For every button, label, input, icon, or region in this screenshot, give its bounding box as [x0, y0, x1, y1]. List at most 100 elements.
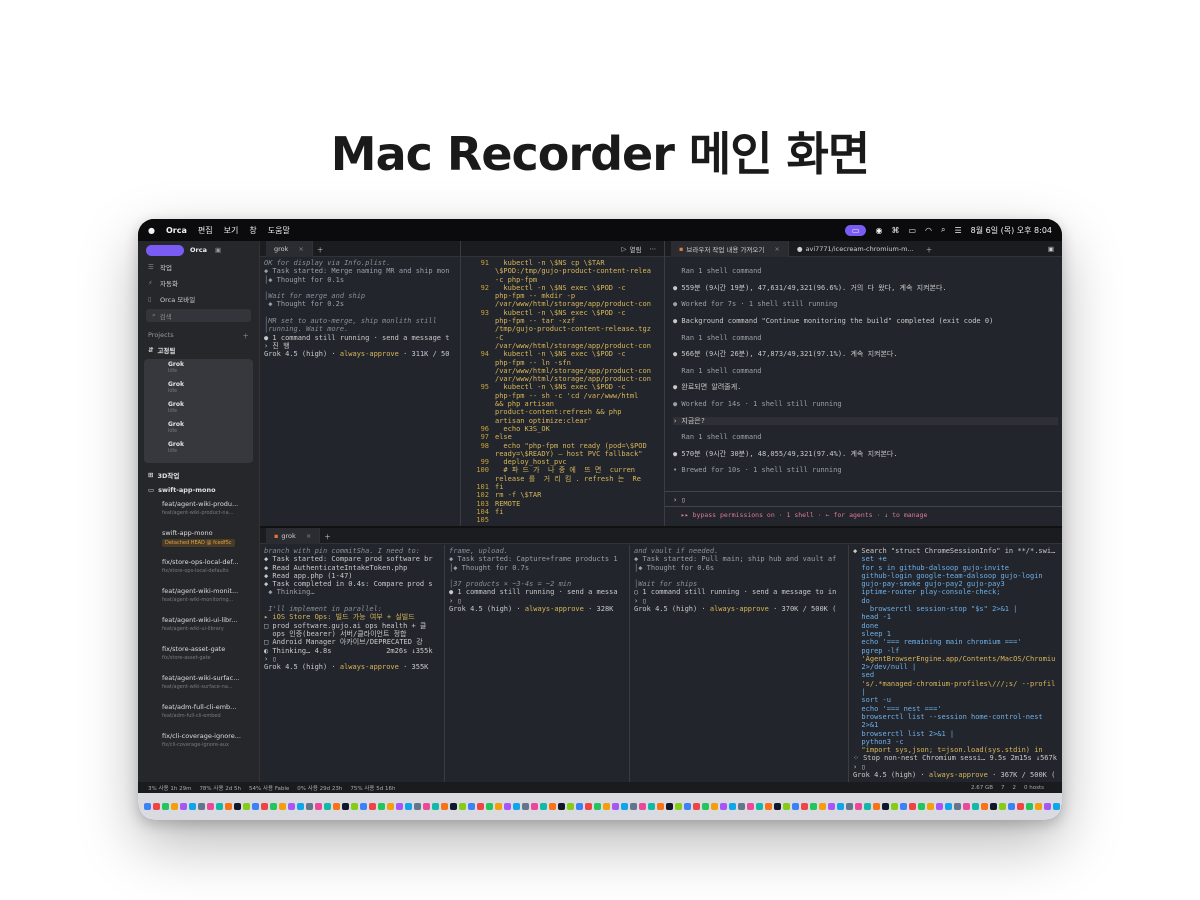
dock-app-icon[interactable]	[378, 803, 385, 810]
branch-item[interactable]: feat/adm-full-cli-emb... feat/adm-full-cl…	[138, 700, 259, 729]
dock-app-icon[interactable]	[1026, 803, 1033, 810]
new-tab-icon[interactable]: ＋	[317, 244, 324, 254]
branch-item[interactable]: feat/agent-wiki-ui-libr... feat/agent-wik…	[138, 613, 259, 642]
dock-app-icon[interactable]	[621, 803, 628, 810]
repo-group[interactable]: ▭ swift-app-mono	[138, 482, 259, 497]
dock-app-icon[interactable]	[1008, 803, 1015, 810]
dock-app-icon[interactable]	[666, 803, 673, 810]
dock-app-icon[interactable]	[522, 803, 529, 810]
dock-app-icon[interactable]	[189, 803, 196, 810]
dock-app-icon[interactable]	[999, 803, 1006, 810]
sidebar-item-mobile[interactable]: ▯ Orca 모바일	[138, 291, 259, 307]
dock-app-icon[interactable]	[612, 803, 619, 810]
dock-app-icon[interactable]	[738, 803, 745, 810]
dock-app-icon[interactable]	[963, 803, 970, 810]
dock-app-icon[interactable]	[630, 803, 637, 810]
dock-app-icon[interactable]	[693, 803, 700, 810]
extension-icon[interactable]: ⌘	[891, 226, 899, 235]
dock-app-icon[interactable]	[198, 803, 205, 810]
dock-app-icon[interactable]	[801, 803, 808, 810]
dock-app-icon[interactable]	[423, 803, 430, 810]
dock-app-icon[interactable]	[756, 803, 763, 810]
dock-app-icon[interactable]	[351, 803, 358, 810]
recorder-status-icon[interactable]: ▭	[844, 224, 867, 236]
sidebar-item-tasks[interactable]: ☰ 작업	[138, 259, 259, 275]
dock-app-icon[interactable]	[405, 803, 412, 810]
dock-app-icon[interactable]	[216, 803, 223, 810]
dock-app-icon[interactable]	[954, 803, 961, 810]
dock-app-icon[interactable]	[981, 803, 988, 810]
dock-app-icon[interactable]	[711, 803, 718, 810]
dock-app-icon[interactable]	[774, 803, 781, 810]
dock-app-icon[interactable]	[342, 803, 349, 810]
dock-app-icon[interactable]	[927, 803, 934, 810]
pinned-group[interactable]: ⇵ 고정됨	[138, 342, 259, 357]
dock-app-icon[interactable]	[855, 803, 862, 810]
dock-app-icon[interactable]	[549, 803, 556, 810]
dock-app-icon[interactable]	[576, 803, 583, 810]
branch-item[interactable]: feat/agent-wiki-produ... feat/agent-wiki-…	[138, 497, 259, 526]
control-center-icon[interactable]: ☰	[954, 226, 961, 235]
dock-app-icon[interactable]	[657, 803, 664, 810]
record-icon[interactable]: ◉	[875, 226, 882, 235]
open-label[interactable]: 열림	[630, 244, 642, 254]
dock-app-icon[interactable]	[252, 803, 259, 810]
dock-app-icon[interactable]	[450, 803, 457, 810]
menubar-clock[interactable]: 8월 6일 (목) 오후 8:04	[971, 225, 1052, 236]
dock-app-icon[interactable]	[162, 803, 169, 810]
layout-icon[interactable]: ▣	[1048, 245, 1054, 253]
dock-app-icon[interactable]	[468, 803, 475, 810]
dock-app-icon[interactable]	[324, 803, 331, 810]
dock-app-icon[interactable]	[207, 803, 214, 810]
menu-app-name[interactable]: Orca	[166, 226, 187, 235]
dock-app-icon[interactable]	[585, 803, 592, 810]
dock-app-icon[interactable]	[639, 803, 646, 810]
dock-app-icon[interactable]	[729, 803, 736, 810]
branch-item[interactable]: fix/store-ops-local-def... fix/store-ops-…	[138, 555, 259, 584]
pinned-grok-item[interactable]: Grok Idle	[144, 401, 253, 421]
sidebar-item-automation[interactable]: ⚡ 자동화	[138, 275, 259, 291]
add-project-icon[interactable]: ＋	[243, 330, 250, 340]
dock-app-icon[interactable]	[144, 803, 151, 810]
dock-app-icon[interactable]	[180, 803, 187, 810]
pinned-grok-item[interactable]: Grok Idle	[144, 361, 253, 381]
wifi-icon[interactable]: ◠	[925, 226, 932, 235]
pinned-grok-item[interactable]: Grok Idle	[144, 421, 253, 441]
agent-pane[interactable]: ▪ 브라우저 작업 내용 가져오기 × ● avi7771/icecream-chro…	[665, 241, 1062, 526]
dock-app-icon[interactable]	[864, 803, 871, 810]
dock-app-icon[interactable]	[837, 803, 844, 810]
new-tab-icon[interactable]: ＋	[926, 244, 933, 254]
tab-browser-task[interactable]: ▪ 브라우저 작업 내용 가져오기 ×	[671, 241, 789, 257]
dock-app-icon[interactable]	[819, 803, 826, 810]
editor-pane[interactable]: ▷ 열림 ⋯ 91 kubectl -n \$NS cp \$TAR \$POD:…	[461, 241, 664, 526]
dock-app-icon[interactable]	[387, 803, 394, 810]
dock-app-icon[interactable]	[603, 803, 610, 810]
dock-app-icon[interactable]	[828, 803, 835, 810]
dock-app-icon[interactable]	[972, 803, 979, 810]
agent-input[interactable]: › ▯	[665, 491, 1062, 507]
dock-app-icon[interactable]	[747, 803, 754, 810]
dock-app-icon[interactable]	[513, 803, 520, 810]
more-icon[interactable]: ⋯	[650, 245, 657, 253]
dock-app-icon[interactable]	[360, 803, 367, 810]
menu-help[interactable]: 도움말	[268, 225, 290, 236]
dock-app-icon[interactable]	[810, 803, 817, 810]
dock-app-icon[interactable]	[675, 803, 682, 810]
dock-app-icon[interactable]	[297, 803, 304, 810]
sidebar-search-input[interactable]: ⌕ 검색	[146, 309, 251, 322]
dock-app-icon[interactable]	[243, 803, 250, 810]
dock-app-icon[interactable]	[945, 803, 952, 810]
branch-item[interactable]: swift-app-mono Detached HEAD @ fcedf5c	[138, 526, 259, 555]
dock-app-icon[interactable]	[702, 803, 709, 810]
group-3d[interactable]: ⊞ 3D작업	[138, 467, 259, 482]
dock-app-icon[interactable]	[441, 803, 448, 810]
dock-app-icon[interactable]	[315, 803, 322, 810]
dock-app-icon[interactable]	[171, 803, 178, 810]
sidebar-toggle-icon[interactable]: ▣	[215, 246, 221, 254]
dock-app-icon[interactable]	[270, 803, 277, 810]
dock-app-icon[interactable]	[432, 803, 439, 810]
dock-app-icon[interactable]	[873, 803, 880, 810]
dock-app-icon[interactable]	[1035, 803, 1042, 810]
dock-app-icon[interactable]	[1044, 803, 1051, 810]
dock-app-icon[interactable]	[288, 803, 295, 810]
